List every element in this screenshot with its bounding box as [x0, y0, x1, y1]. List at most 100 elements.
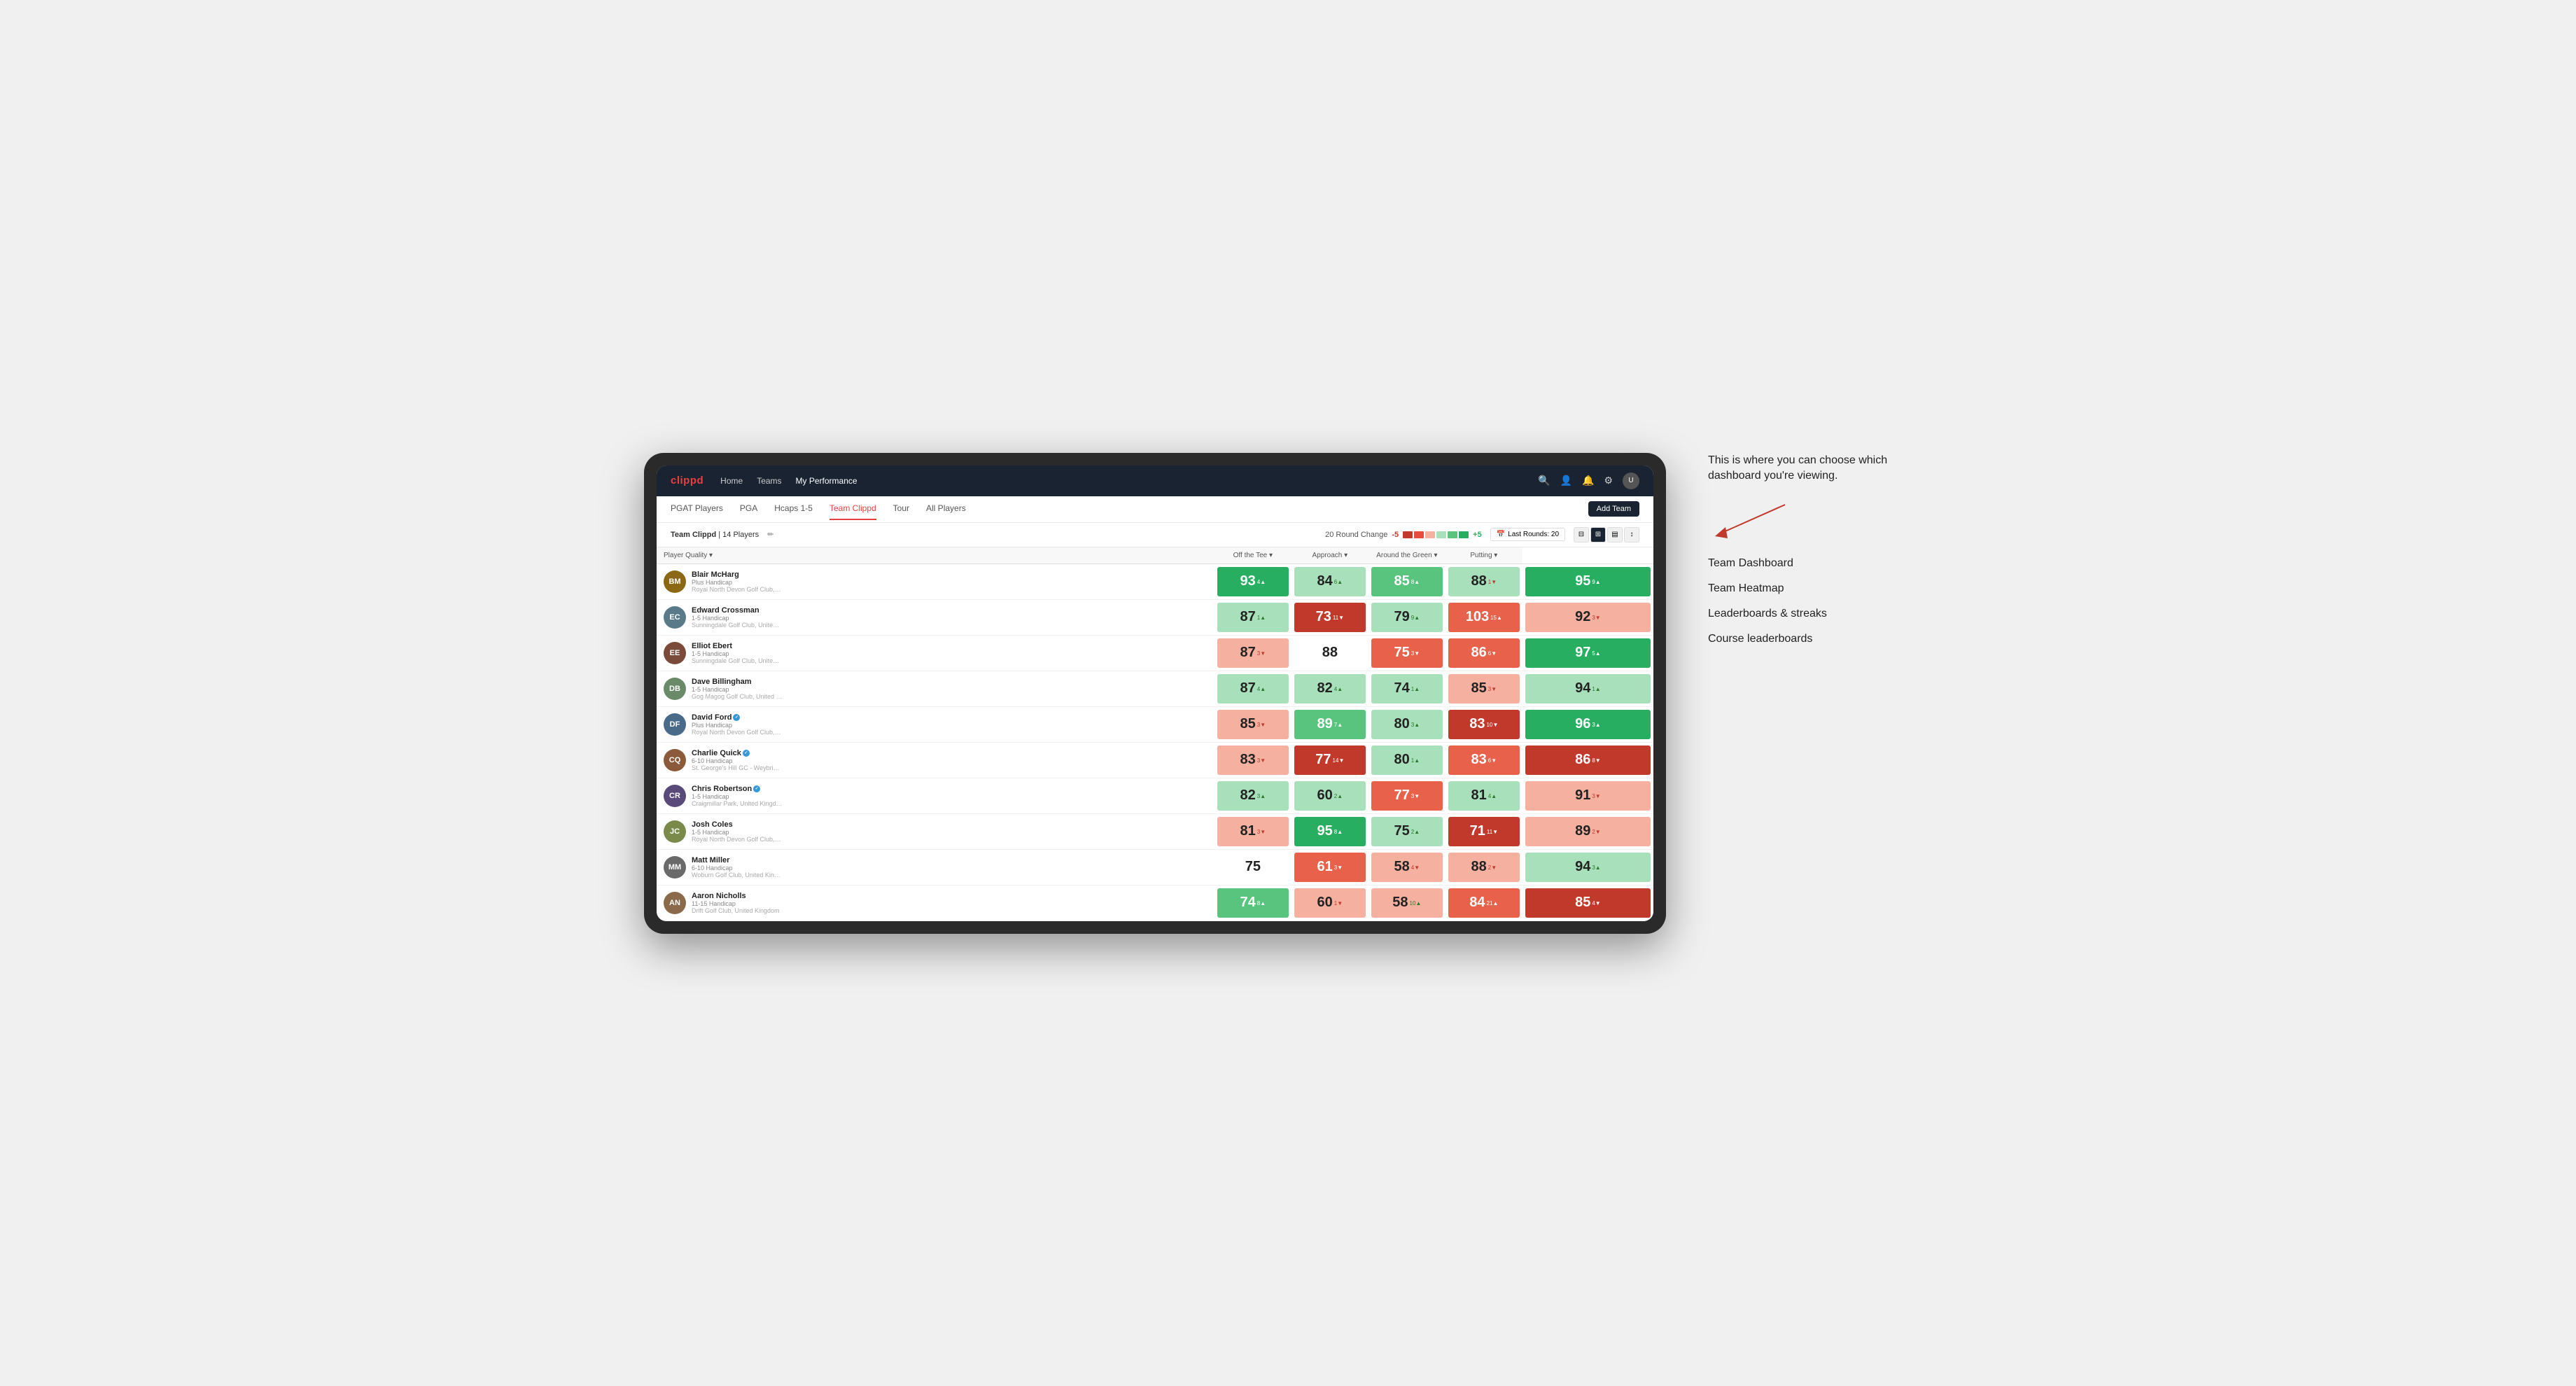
player-name[interactable]: Dave Billingham	[692, 678, 783, 686]
score-cell-8-4: 943▲	[1522, 849, 1653, 885]
col-header-offtee[interactable]: Off the Tee ▾	[1214, 547, 1292, 564]
player-name[interactable]: Matt Miller	[692, 856, 783, 864]
subnav-pgat[interactable]: PGAT Players	[671, 498, 723, 520]
player-cell-8: MMMatt Miller6-10 HandicapWoburn Golf Cl…	[657, 849, 1214, 885]
score-cell-4-1: 897▲	[1292, 706, 1368, 742]
score-value: 71	[1470, 823, 1485, 839]
score-change: 1▲	[1257, 615, 1266, 621]
score-value: 82	[1240, 788, 1256, 804]
bell-icon[interactable]: 🔔	[1582, 475, 1594, 486]
subnav-teamclippd[interactable]: Team Clippd	[830, 498, 876, 520]
col-header-around[interactable]: Around the Green ▾	[1368, 547, 1446, 564]
score-cell-6-1: 602▲	[1292, 778, 1368, 813]
score-cell-5-2: 801▲	[1368, 742, 1446, 778]
search-icon[interactable]: 🔍	[1538, 475, 1550, 486]
player-handicap: 1-5 Handicap	[692, 793, 783, 800]
score-change: 8▼	[1592, 757, 1600, 764]
annotation-leaderboards: Leaderboards & streaks	[1708, 608, 1932, 620]
score-value: 94	[1575, 859, 1590, 875]
score-cell-6-0: 823▲	[1214, 778, 1292, 813]
col-header-approach[interactable]: Approach ▾	[1292, 547, 1368, 564]
view-btn-sort[interactable]: ↕	[1624, 527, 1639, 542]
player-name[interactable]: Aaron Nicholls	[692, 892, 780, 900]
score-value: 92	[1575, 609, 1590, 625]
score-value: 73	[1316, 609, 1331, 625]
score-change: 4▲	[1257, 686, 1266, 692]
player-avatar: MM	[664, 856, 686, 878]
score-change: 3▲	[1257, 793, 1266, 799]
table-container: Player Quality ▾ Off the Tee ▾ Approach …	[657, 547, 1653, 921]
verified-icon: ✓	[753, 785, 760, 792]
round-change-label: 20 Round Change	[1325, 531, 1387, 539]
player-club: Royal North Devon Golf Club, United King…	[692, 729, 783, 736]
score-cell-4-2: 803▲	[1368, 706, 1446, 742]
annotation-heatmap: Team Heatmap	[1708, 582, 1932, 595]
heatmap-cell-lightgreen	[1436, 531, 1446, 538]
view-btn-grid[interactable]: ⊞	[1590, 527, 1606, 542]
player-cell-5: CQCharlie Quick✓6-10 HandicapSt. George'…	[657, 742, 1214, 778]
subnav-tour[interactable]: Tour	[893, 498, 909, 520]
score-value: 77	[1315, 752, 1331, 768]
subnav-pga[interactable]: PGA	[740, 498, 757, 520]
score-cell-8-2: 584▼	[1368, 849, 1446, 885]
score-value: 91	[1575, 788, 1590, 804]
settings-icon[interactable]: ⚙	[1604, 475, 1613, 486]
annotation-dashboard: Team Dashboard	[1708, 557, 1932, 570]
view-btn-list[interactable]: ⊟	[1574, 527, 1589, 542]
score-value: 82	[1317, 680, 1333, 696]
score-change: 15▲	[1490, 615, 1502, 621]
score-cell-2-2: 753▼	[1368, 635, 1446, 671]
score-value: 88	[1471, 859, 1487, 875]
avatar[interactable]: U	[1623, 472, 1639, 489]
table-row: ANAaron Nicholls11-15 HandicapDrift Golf…	[657, 885, 1653, 920]
score-cell-4-4: 963▲	[1522, 706, 1653, 742]
nav-link-performance[interactable]: My Performance	[796, 473, 858, 489]
player-name[interactable]: David Ford✓	[692, 713, 783, 722]
last-rounds-button[interactable]: 📅 Last Rounds: 20	[1490, 528, 1565, 541]
verified-icon: ✓	[743, 750, 750, 757]
player-name[interactable]: Elliot Ebert	[692, 642, 783, 650]
player-avatar: DF	[664, 713, 686, 736]
subnav-hcaps[interactable]: Hcaps 1-5	[774, 498, 813, 520]
score-value: 95	[1575, 573, 1590, 589]
player-name[interactable]: Chris Robertson✓	[692, 785, 783, 793]
score-value: 95	[1317, 823, 1333, 839]
nav-link-home[interactable]: Home	[720, 473, 743, 489]
view-btn-heat[interactable]: ▤	[1607, 527, 1623, 542]
player-name[interactable]: Blair McHarg	[692, 570, 783, 579]
score-value: 80	[1394, 752, 1410, 768]
player-avatar: BM	[664, 570, 686, 593]
add-team-button[interactable]: Add Team	[1588, 501, 1639, 517]
score-cell-3-2: 741▲	[1368, 671, 1446, 706]
score-value: 89	[1575, 823, 1590, 839]
score-change: 6▼	[1488, 757, 1497, 764]
nav-links: Home Teams My Performance	[720, 473, 1521, 489]
score-cell-8-3: 882▼	[1446, 849, 1522, 885]
score-value: 58	[1392, 895, 1408, 911]
verified-icon: ✓	[733, 714, 740, 721]
tablet-screen: clippd Home Teams My Performance 🔍 👤 🔔 ⚙…	[657, 465, 1653, 921]
subnav-allplayers[interactable]: All Players	[926, 498, 966, 520]
score-change: 11▼	[1487, 829, 1498, 835]
annotation-course: Course leaderboards	[1708, 633, 1932, 645]
score-value: 75	[1394, 645, 1410, 661]
player-name[interactable]: Charlie Quick✓	[692, 749, 783, 757]
score-value: 60	[1317, 788, 1333, 804]
score-value: 61	[1317, 859, 1333, 875]
col-header-player[interactable]: Player Quality ▾	[657, 547, 1214, 564]
score-change: 3▼	[1411, 793, 1420, 799]
score-cell-5-1: 7714▼	[1292, 742, 1368, 778]
score-cell-7-1: 958▲	[1292, 813, 1368, 849]
score-value: 97	[1575, 645, 1590, 661]
logo: clippd	[671, 475, 704, 486]
profile-icon[interactable]: 👤	[1560, 475, 1572, 486]
score-cell-9-2: 5810▲	[1368, 885, 1446, 920]
score-cell-3-4: 941▲	[1522, 671, 1653, 706]
player-name[interactable]: Josh Coles	[692, 820, 783, 829]
col-header-putting[interactable]: Putting ▾	[1446, 547, 1522, 564]
nav-link-teams[interactable]: Teams	[757, 473, 781, 489]
edit-icon[interactable]: ✏	[767, 530, 774, 539]
player-name[interactable]: Edward Crossman	[692, 606, 783, 615]
player-avatar: AN	[664, 892, 686, 914]
score-cell-2-1: 88	[1292, 635, 1368, 671]
